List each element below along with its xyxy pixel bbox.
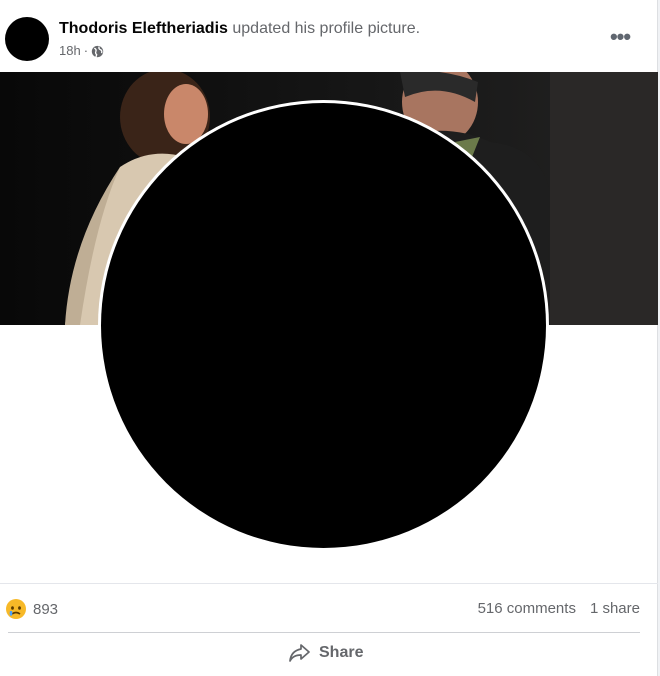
meta-separator: · [83,43,89,58]
post-action-text: updated his profile picture. [232,20,421,37]
post-meta: 18h · [59,43,104,59]
comments-count[interactable]: 516 comments [478,600,576,617]
shares-count[interactable]: 1 share [590,600,640,617]
more-horizontal-icon: ••• [609,24,631,49]
reaction-count: 893 [33,600,59,618]
share-arrow-icon [288,643,310,663]
sad-face-icon [5,598,27,620]
share-label: Share [319,644,364,661]
profile-picture[interactable] [101,103,546,548]
post-stats: 893 516 comments 1 share [0,583,658,632]
author-line: Thodoris Eleftheriadis updated his profi… [59,19,420,39]
feed-post: Thodoris Eleftheriadis updated his profi… [0,0,658,676]
post-header: Thodoris Eleftheriadis updated his profi… [0,0,658,72]
reactions-summary[interactable]: 893 [5,598,58,620]
post-timestamp[interactable]: 18h [59,43,81,59]
author-name[interactable]: Thodoris Eleftheriadis [59,20,228,37]
engagement-counts: 516 comments 1 share [478,600,640,617]
profile-update-photo[interactable] [0,72,658,582]
globe-icon[interactable] [91,45,104,58]
author-avatar[interactable] [5,17,49,61]
post-actions: Share [8,632,640,676]
share-button[interactable]: Share [288,643,363,663]
more-options-button[interactable]: ••• [604,24,636,50]
